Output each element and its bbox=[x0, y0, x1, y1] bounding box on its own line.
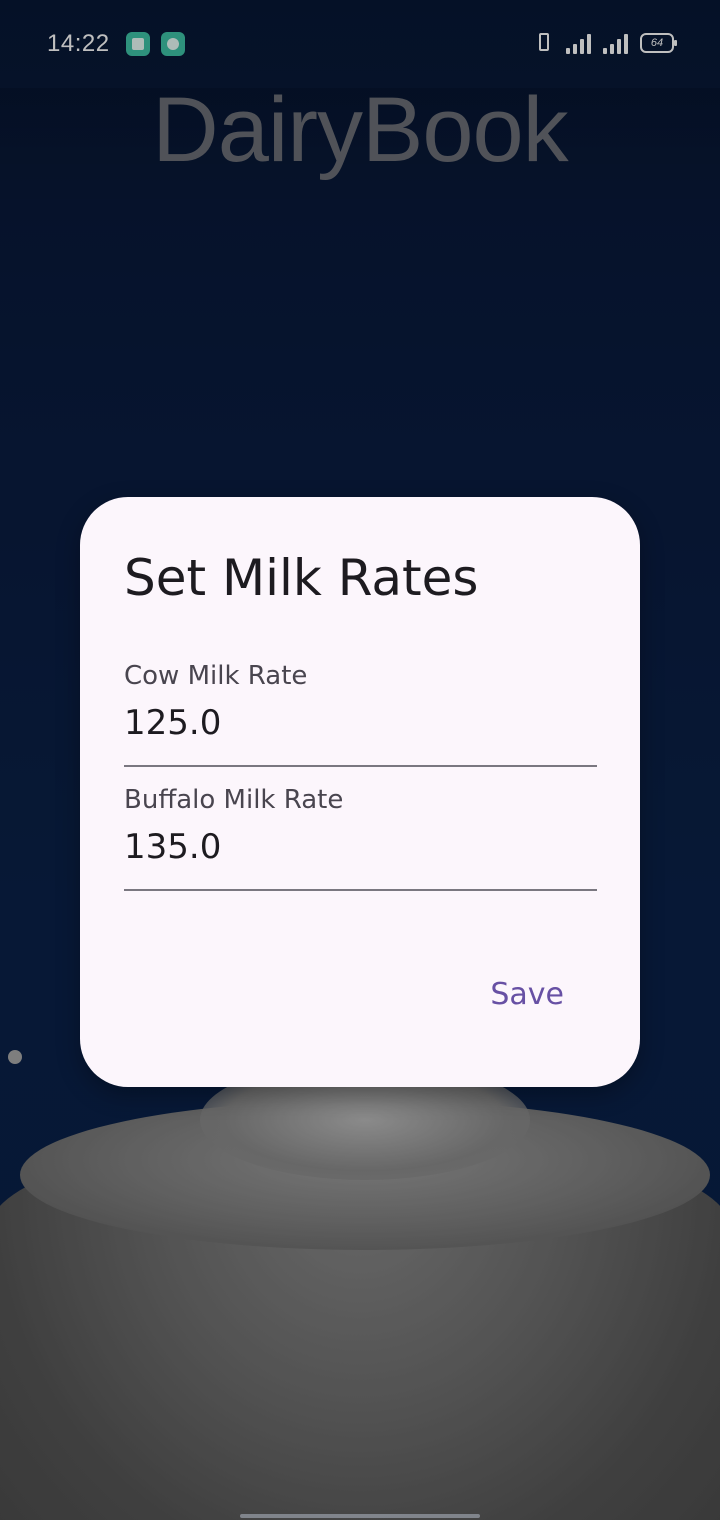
set-milk-rates-dialog: Set Milk Rates Cow Milk Rate Buffalo Mil… bbox=[80, 497, 640, 1087]
buffalo-milk-rate-field: Buffalo Milk Rate bbox=[124, 785, 597, 891]
cow-milk-rate-input[interactable] bbox=[124, 703, 597, 767]
save-button[interactable]: Save bbox=[474, 969, 580, 1020]
home-indicator[interactable] bbox=[240, 1514, 480, 1518]
buffalo-milk-rate-input[interactable] bbox=[124, 827, 597, 891]
cow-milk-rate-field: Cow Milk Rate bbox=[124, 661, 597, 767]
buffalo-milk-rate-label: Buffalo Milk Rate bbox=[124, 785, 344, 815]
cow-milk-rate-label: Cow Milk Rate bbox=[124, 661, 308, 691]
dialog-title: Set Milk Rates bbox=[124, 549, 479, 607]
